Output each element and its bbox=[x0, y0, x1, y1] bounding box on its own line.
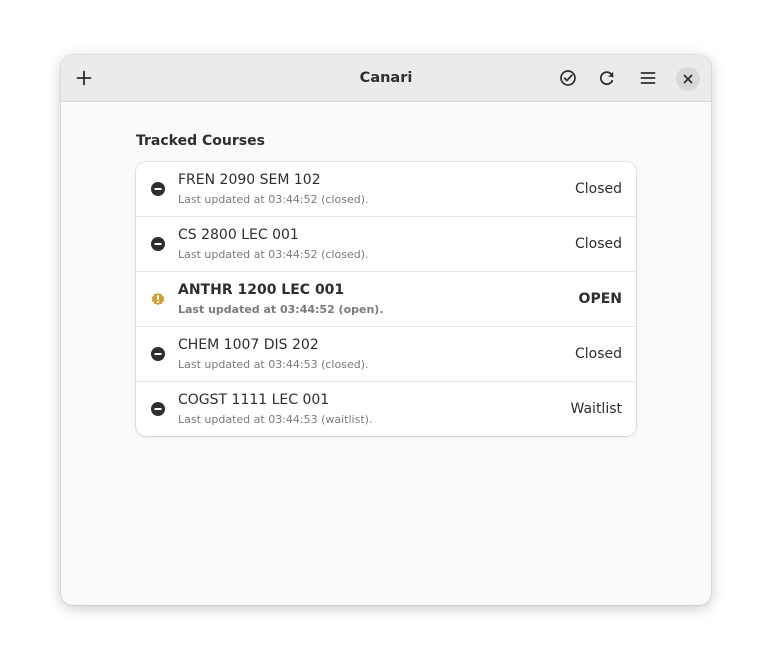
course-status: Closed bbox=[574, 346, 622, 362]
headerbar: Canari bbox=[61, 55, 711, 102]
course-row[interactable]: CS 2800 LEC 001 Last updated at 03:44:52… bbox=[136, 217, 636, 272]
course-name: COGST 1111 LEC 001 bbox=[178, 392, 330, 408]
refresh-icon bbox=[599, 71, 614, 85]
course-name: ANTHR 1200 LEC 001 bbox=[178, 282, 345, 298]
alert-badge-icon bbox=[151, 292, 165, 306]
app-window: Canari Tracked Courses FREN 2090 SEM 102… bbox=[61, 55, 711, 605]
section-title: Tracked Courses bbox=[136, 133, 265, 149]
minus-circle-icon bbox=[151, 237, 165, 251]
course-last-updated: Last updated at 03:44:52 (closed). bbox=[178, 248, 369, 261]
course-last-updated: Last updated at 03:44:52 (closed). bbox=[178, 193, 369, 206]
course-last-updated: Last updated at 03:44:53 (closed). bbox=[178, 358, 369, 371]
minus-circle-icon bbox=[151, 402, 165, 416]
course-name: FREN 2090 SEM 102 bbox=[178, 172, 321, 188]
course-last-updated: Last updated at 03:44:52 (open). bbox=[178, 303, 384, 316]
course-row[interactable]: FREN 2090 SEM 102 Last updated at 03:44:… bbox=[136, 162, 636, 217]
course-status: Waitlist bbox=[570, 401, 622, 417]
check-circle-icon bbox=[560, 70, 576, 86]
course-list: FREN 2090 SEM 102 Last updated at 03:44:… bbox=[136, 162, 636, 436]
course-row[interactable]: COGST 1111 LEC 001 Last updated at 03:44… bbox=[136, 382, 636, 436]
minus-circle-icon bbox=[151, 347, 165, 361]
hamburger-menu-icon bbox=[640, 72, 656, 84]
course-last-updated: Last updated at 03:44:53 (waitlist). bbox=[178, 413, 373, 426]
close-icon bbox=[683, 74, 693, 84]
course-status: Closed bbox=[574, 181, 622, 197]
course-row[interactable]: CHEM 1007 DIS 202 Last updated at 03:44:… bbox=[136, 327, 636, 382]
course-name: CHEM 1007 DIS 202 bbox=[178, 337, 319, 353]
close-window-button[interactable] bbox=[676, 67, 700, 91]
course-name: CS 2800 LEC 001 bbox=[178, 227, 299, 243]
course-status: OPEN bbox=[578, 291, 622, 307]
refresh-button[interactable] bbox=[592, 63, 622, 93]
mark-all-read-button[interactable] bbox=[553, 63, 583, 93]
course-row[interactable]: ANTHR 1200 LEC 001 Last updated at 03:44… bbox=[136, 272, 636, 327]
minus-circle-icon bbox=[151, 182, 165, 196]
main-menu-button[interactable] bbox=[633, 63, 663, 93]
plus-icon bbox=[76, 70, 92, 86]
course-status: Closed bbox=[574, 236, 622, 252]
add-course-button[interactable] bbox=[69, 63, 99, 93]
